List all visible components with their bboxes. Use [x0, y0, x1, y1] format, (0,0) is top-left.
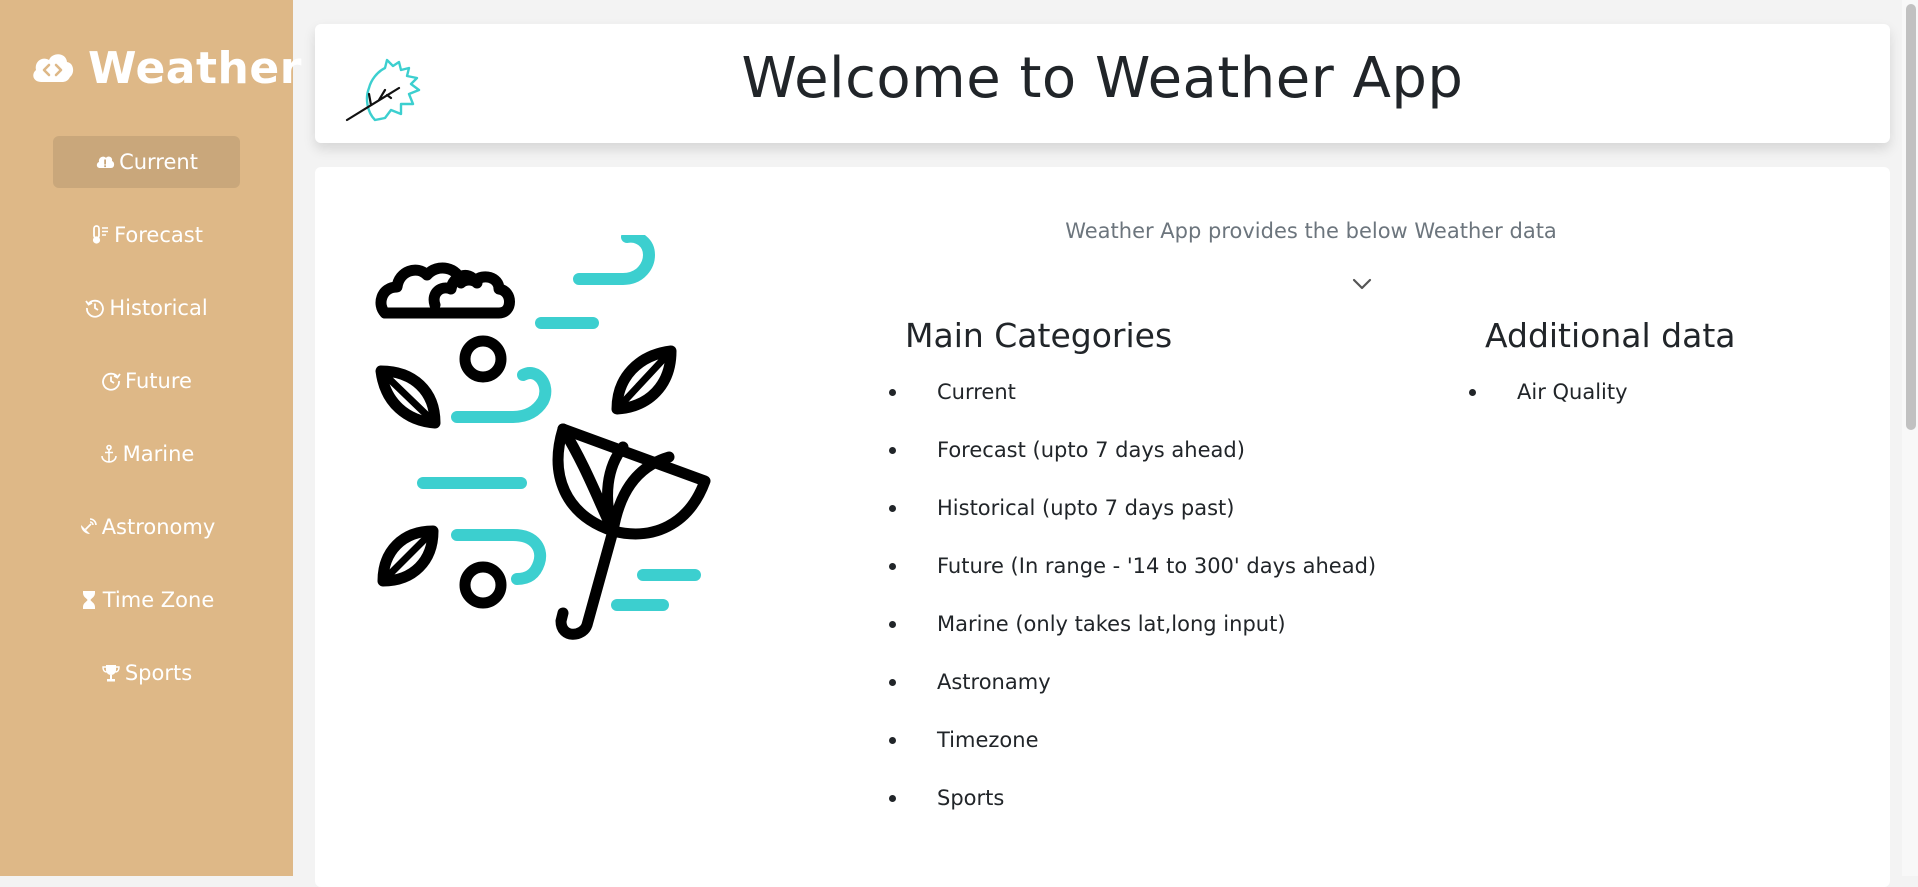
cloud-alert-icon — [95, 151, 115, 173]
scrollbar-thumb[interactable] — [1906, 4, 1916, 430]
trophy-icon — [101, 662, 121, 684]
brand[interactable]: Weather — [30, 40, 302, 96]
sidebar-item-marine[interactable]: Marine — [53, 428, 240, 480]
sidebar-item-sports[interactable]: Sports — [53, 647, 240, 699]
additional-data-list: Air Quality — [1469, 363, 1825, 421]
sidebar-item-label: Future — [125, 369, 192, 393]
sidebar-item-label: Marine — [122, 442, 195, 466]
sidebar-item-label: Time Zone — [102, 588, 215, 612]
sidebar-item-astronomy[interactable]: Astronomy — [53, 501, 240, 553]
cloud-code-icon — [33, 54, 74, 82]
list-item: Marine (only takes lat,long input) — [889, 595, 1465, 653]
page-title: Welcome to Weather App — [741, 46, 1464, 111]
sidebar-item-forecast[interactable]: Forecast — [53, 209, 240, 261]
sidebar-item-historical[interactable]: Historical — [53, 282, 240, 334]
thermometer-icon — [90, 224, 110, 246]
list-item: Forecast (upto 7 days ahead) — [889, 421, 1465, 479]
list-item: Future (In range - '14 to 300' days ahea… — [889, 537, 1465, 595]
satellite-dish-icon — [78, 516, 98, 538]
brand-title: Weather — [88, 42, 302, 94]
history-icon — [85, 297, 105, 319]
additional-data-title: Additional data — [1485, 316, 1736, 355]
clock-forward-icon — [101, 370, 121, 392]
sidebar-item-label: Astronomy — [101, 515, 216, 539]
content-subtitle: Weather App provides the below Weather d… — [1065, 219, 1557, 243]
list-item: Historical (upto 7 days past) — [889, 479, 1465, 537]
anchor-icon — [99, 443, 119, 465]
list-item: Sports — [889, 769, 1465, 827]
chevron-down-icon[interactable] — [1351, 277, 1373, 291]
sidebar-item-current[interactable]: Current — [53, 136, 240, 188]
main-categories-title: Main Categories — [905, 316, 1173, 355]
list-item: Astronamy — [889, 653, 1465, 711]
hourglass-icon — [79, 589, 99, 611]
additional-data-section: Additional data Air Quality — [1469, 309, 1825, 421]
main-content: Weather App provides the below Weather d… — [315, 167, 1890, 887]
sidebar-item-future[interactable]: Future — [53, 355, 240, 407]
list-item: Air Quality — [1469, 363, 1825, 421]
page-scrollbar[interactable] — [1902, 0, 1918, 876]
windy-weather-illustration — [375, 235, 711, 640]
sidebar-item-label: Historical — [109, 296, 208, 320]
header: Welcome to Weather App — [315, 24, 1890, 143]
main-categories-list: Current Forecast (upto 7 days ahead) His… — [889, 363, 1465, 827]
sidebar-item-label: Current — [119, 150, 198, 174]
sidebar: Weather Current Forecast Historical Futu… — [0, 0, 301, 876]
sidebar-item-label: Sports — [124, 661, 193, 685]
list-item: Timezone — [889, 711, 1465, 769]
sidebar-item-time-zone[interactable]: Time Zone — [53, 574, 240, 626]
list-item: Current — [889, 363, 1465, 421]
sidebar-item-label: Forecast — [114, 223, 203, 247]
main-categories-section: Main Categories Current Forecast (upto 7… — [889, 309, 1465, 827]
